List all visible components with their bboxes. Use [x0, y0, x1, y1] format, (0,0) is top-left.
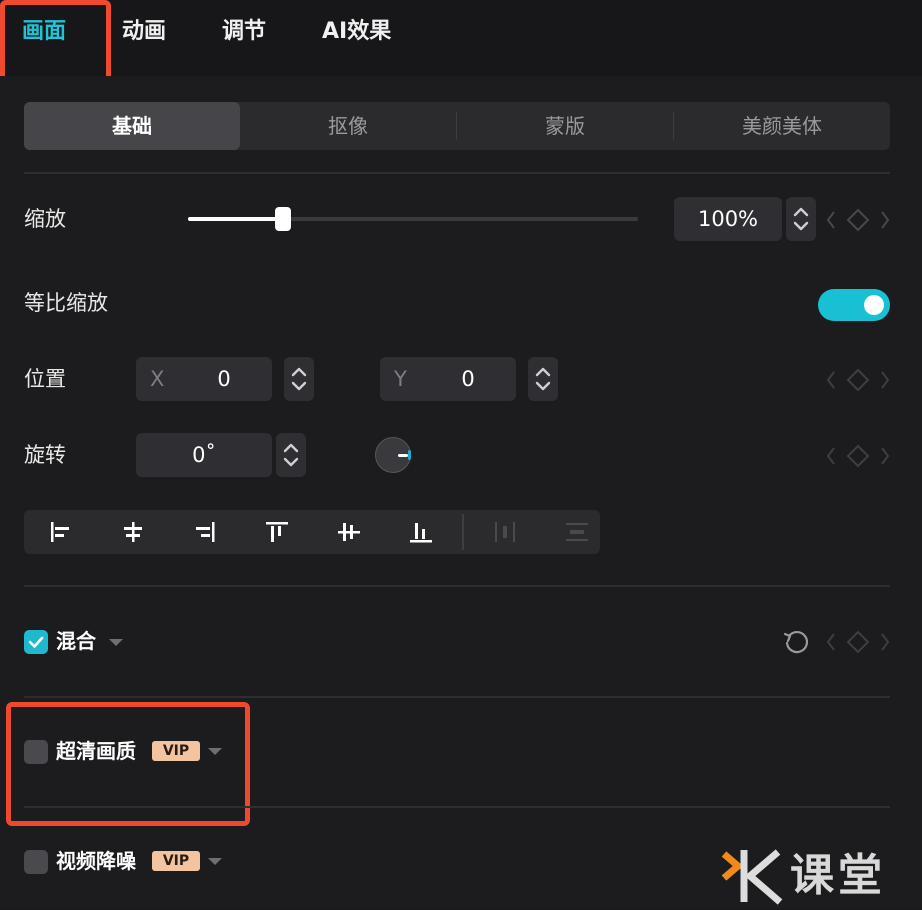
- align-center-v-button[interactable]: [312, 510, 384, 554]
- chevron-down-icon[interactable]: [109, 639, 123, 646]
- reset-icon[interactable]: [782, 628, 810, 656]
- rotation-input[interactable]: 0˚: [136, 433, 272, 477]
- rotation-dial-edge: [408, 450, 411, 460]
- top-tab-bar: 画面 动画 调节 AI效果: [0, 0, 922, 76]
- keyframe-controls-icon[interactable]: [824, 628, 892, 656]
- keyframe-controls-icon[interactable]: [824, 206, 892, 234]
- position-x-input[interactable]: X 0: [136, 357, 272, 401]
- position-y-input[interactable]: Y 0: [380, 357, 516, 401]
- position-x-stepper[interactable]: [284, 357, 314, 401]
- position-y-value: 0: [461, 367, 475, 391]
- position-label: 位置: [24, 367, 66, 391]
- scale-label: 缩放: [24, 207, 66, 231]
- align-top-icon: [266, 522, 288, 542]
- align-toolbar-divider: [462, 514, 464, 550]
- watermark-text: 课堂: [790, 850, 886, 901]
- position-y-stepper[interactable]: [528, 357, 558, 401]
- align-top-button[interactable]: [240, 510, 312, 554]
- section-divider: [24, 696, 890, 698]
- checkmark-icon: [28, 636, 44, 648]
- scale-stepper[interactable]: [786, 197, 816, 241]
- subtab-cutout[interactable]: 抠像: [240, 102, 456, 150]
- distribute-h-icon: [495, 522, 515, 542]
- section-divider: [24, 172, 890, 174]
- rotation-value: 0˚: [192, 443, 216, 467]
- position-x-prefix: X: [150, 367, 165, 391]
- section-divider: [24, 585, 890, 587]
- distribute-v-icon: [566, 523, 588, 541]
- stepper-arrows-icon: [535, 367, 551, 391]
- subtab-mask[interactable]: 蒙版: [457, 102, 673, 150]
- section-divider: [24, 806, 890, 808]
- align-center-v-icon: [338, 523, 360, 541]
- scale-slider[interactable]: [188, 207, 638, 231]
- align-right-icon: [196, 522, 215, 542]
- chevron-down-icon[interactable]: [208, 858, 222, 865]
- sub-tab-bar: 基础 抠像 蒙版 美颜美体: [24, 102, 890, 150]
- align-bottom-button[interactable]: [384, 510, 456, 554]
- rotation-dial-indicator: [398, 454, 408, 457]
- tab-ai-effects[interactable]: AI效果: [322, 16, 391, 48]
- align-bottom-icon: [410, 523, 432, 543]
- tab-adjust[interactable]: 调节: [222, 16, 266, 48]
- align-center-h-icon: [124, 522, 142, 542]
- align-left-icon: [51, 522, 69, 542]
- denoise-label: 视频降噪: [56, 849, 136, 873]
- rotation-dial[interactable]: [375, 437, 411, 473]
- keyframe-controls-icon[interactable]: [824, 366, 892, 394]
- distribute-h-button[interactable]: [468, 510, 540, 554]
- blend-label: 混合: [56, 629, 96, 653]
- uniform-scale-label: 等比缩放: [24, 291, 108, 315]
- align-toolbar: [24, 510, 600, 554]
- scale-input[interactable]: 100%: [674, 197, 782, 241]
- vip-badge: VIP: [152, 851, 200, 871]
- vip-badge-text: VIP: [162, 853, 190, 869]
- position-y-prefix: Y: [394, 367, 407, 391]
- stepper-arrows-icon: [291, 367, 307, 391]
- toggle-knob: [864, 295, 884, 315]
- denoise-checkbox[interactable]: [24, 850, 48, 874]
- rotation-label: 旋转: [24, 443, 66, 467]
- keyframe-controls-icon[interactable]: [824, 442, 892, 470]
- uniform-scale-toggle[interactable]: [818, 289, 890, 321]
- blend-checkbox[interactable]: [24, 630, 48, 654]
- distribute-v-button[interactable]: [540, 510, 612, 554]
- subtab-basic[interactable]: 基础: [24, 102, 240, 150]
- position-x-value: 0: [217, 367, 231, 391]
- scale-slider-thumb[interactable]: [275, 207, 291, 231]
- stepper-arrows-icon: [793, 207, 809, 231]
- scale-slider-fill: [188, 217, 283, 221]
- tab-animation[interactable]: 动画: [122, 16, 166, 48]
- align-right-button[interactable]: [168, 510, 240, 554]
- highlight-box-picture-tab: [0, 0, 111, 88]
- subtab-beauty[interactable]: 美颜美体: [674, 102, 890, 150]
- align-center-h-button[interactable]: [96, 510, 168, 554]
- scale-value: 100%: [697, 207, 759, 231]
- align-left-button[interactable]: [24, 510, 96, 554]
- rotation-stepper[interactable]: [276, 433, 306, 477]
- watermark-logo: 课堂: [720, 846, 920, 906]
- stepper-arrows-icon: [283, 443, 299, 467]
